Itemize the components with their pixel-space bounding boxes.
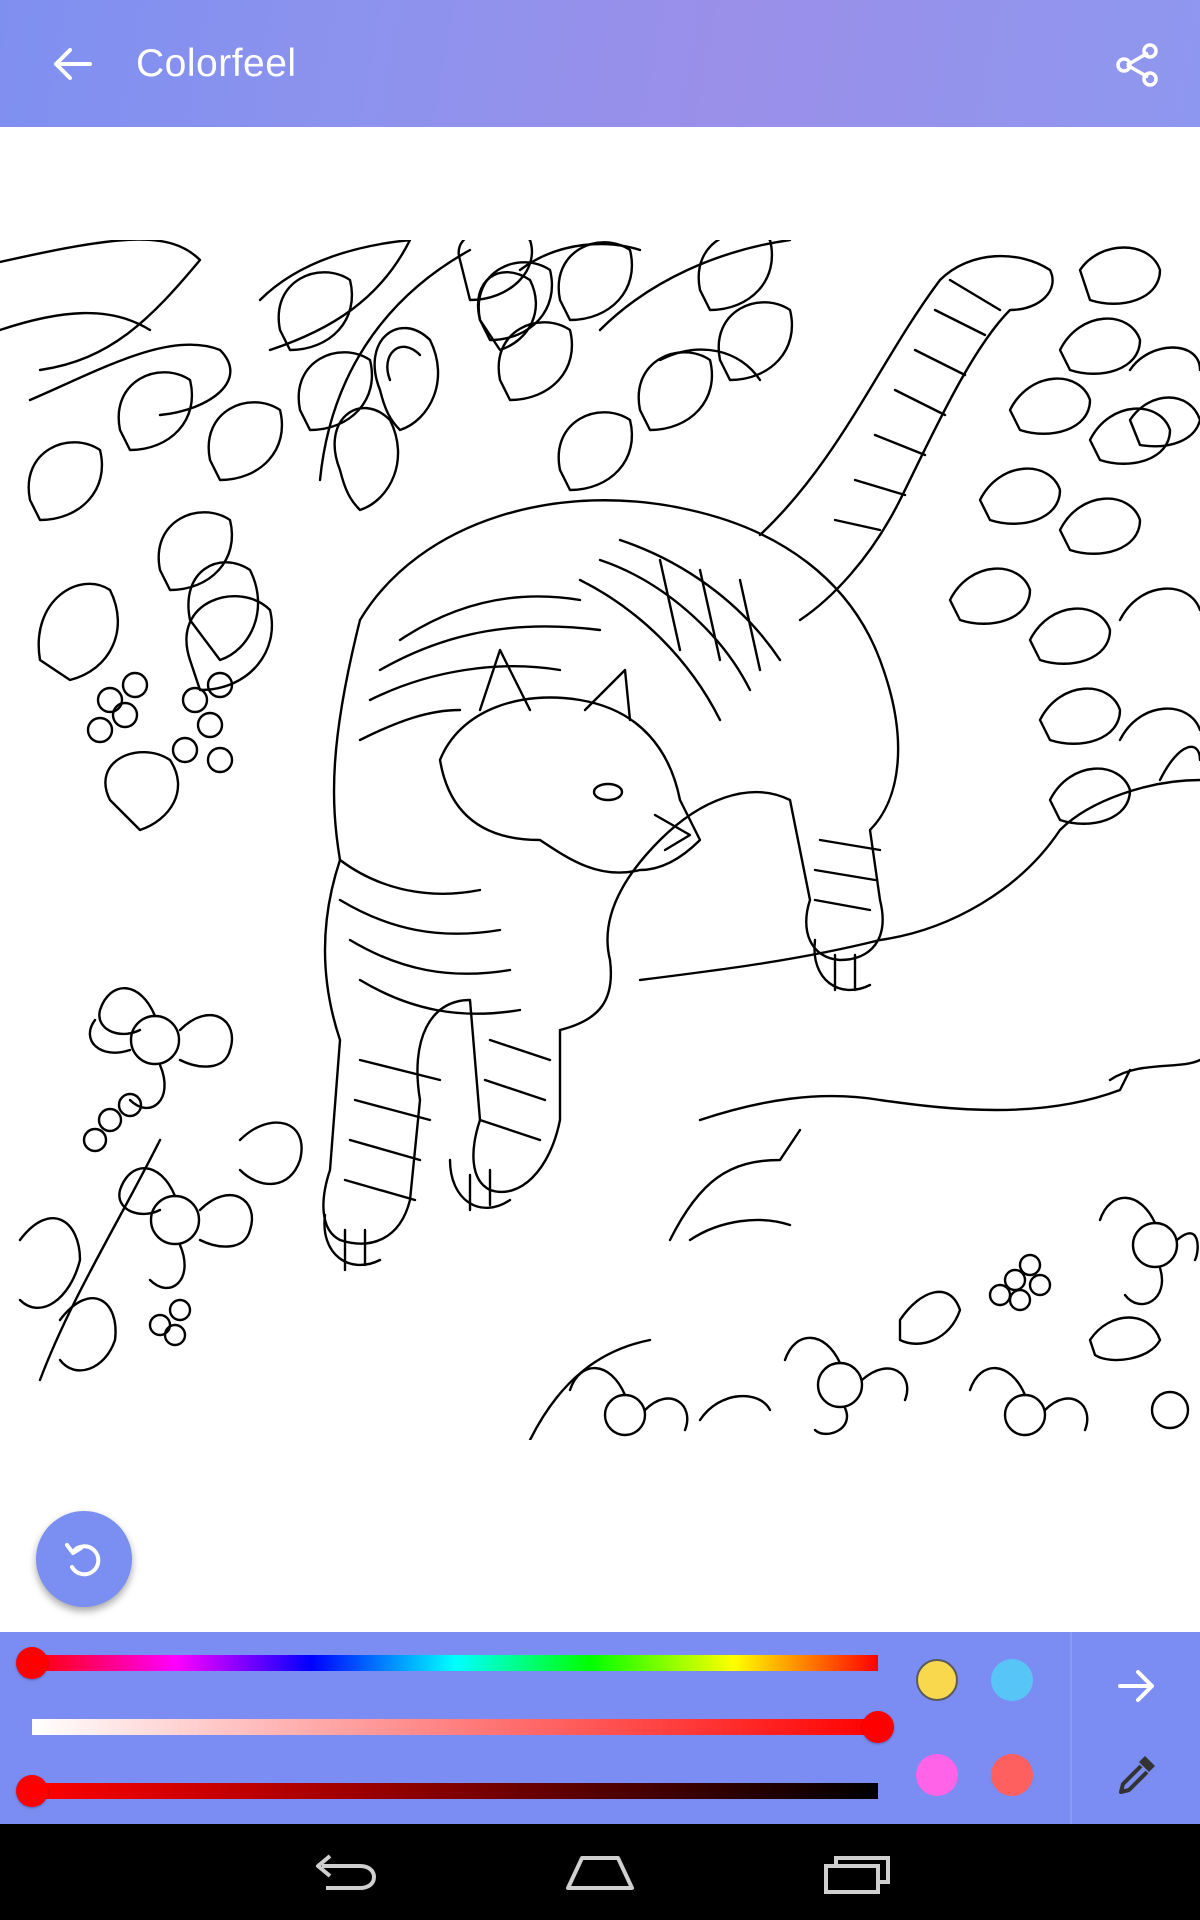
undo-button[interactable]	[36, 1511, 132, 1607]
arrow-right-icon	[1118, 1670, 1154, 1702]
coloring-canvas[interactable]	[0, 228, 1200, 1442]
page-title: Colorfeel	[136, 42, 297, 85]
nav-recents-icon	[824, 1856, 890, 1894]
brightness-slider[interactable]	[32, 1783, 878, 1799]
nav-home-icon	[566, 1856, 634, 1890]
brightness-slider-thumb[interactable]	[16, 1775, 48, 1807]
nav-back-button[interactable]	[302, 1844, 382, 1900]
color-palette-panel	[0, 1632, 1200, 1824]
nav-home-button[interactable]	[560, 1844, 640, 1900]
coloring-page-artwork	[0, 228, 1200, 1442]
nav-back-icon	[316, 1854, 377, 1890]
saturation-slider[interactable]	[32, 1719, 878, 1735]
undo-icon	[65, 1543, 101, 1577]
recent-color-swatch-1[interactable]	[916, 1659, 958, 1701]
share-icon	[1116, 43, 1158, 87]
recent-color-swatch-2[interactable]	[991, 1659, 1033, 1701]
arrow-left-icon	[54, 48, 92, 80]
share-button[interactable]	[1110, 40, 1166, 90]
hue-slider-thumb[interactable]	[16, 1647, 48, 1679]
next-button[interactable]	[1112, 1662, 1160, 1710]
eyedropper-button[interactable]	[1115, 1752, 1159, 1796]
hue-slider[interactable]	[32, 1655, 878, 1671]
recent-color-swatch-3[interactable]	[916, 1754, 958, 1796]
recent-color-swatch-4[interactable]	[991, 1754, 1033, 1796]
saturation-slider-thumb[interactable]	[862, 1711, 894, 1743]
eyedropper-icon	[1119, 1756, 1155, 1794]
system-navigation-bar	[0, 1824, 1200, 1920]
back-button[interactable]	[44, 40, 100, 88]
palette-divider	[1070, 1632, 1072, 1824]
nav-recents-button[interactable]	[818, 1844, 898, 1900]
app-bar: Colorfeel	[0, 0, 1200, 127]
